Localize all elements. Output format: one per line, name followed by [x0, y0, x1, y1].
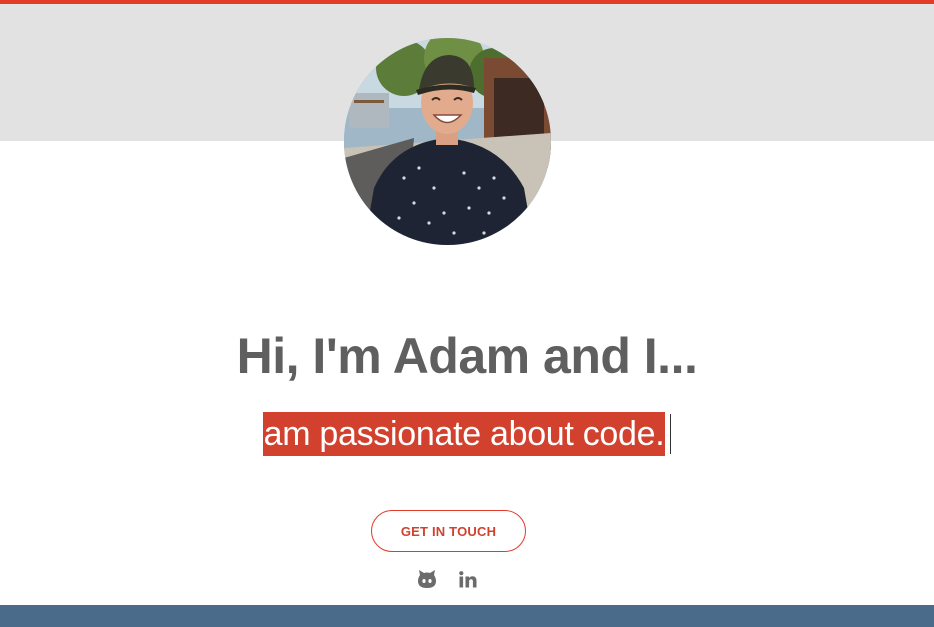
github-icon: [418, 570, 436, 588]
typed-text-highlight: am passionate about code.: [262, 412, 666, 456]
hero-headline-text: Hi, I'm Adam and I...: [236, 328, 698, 384]
hero-headline: Hi, I'm Adam and I...: [0, 326, 934, 386]
avatar: [344, 38, 551, 245]
linkedin-link[interactable]: [457, 568, 479, 590]
footer-band: [0, 605, 934, 627]
typing-cursor: [670, 414, 672, 454]
landing-page: Hi, I'm Adam and I... am passionate abou…: [0, 0, 934, 627]
avatar-photo: [344, 38, 551, 245]
linkedin-icon: [459, 570, 477, 587]
get-in-touch-button[interactable]: GET IN TOUCH: [371, 510, 526, 552]
typed-line: am passionate about code.: [0, 412, 934, 456]
github-link[interactable]: [416, 568, 438, 590]
